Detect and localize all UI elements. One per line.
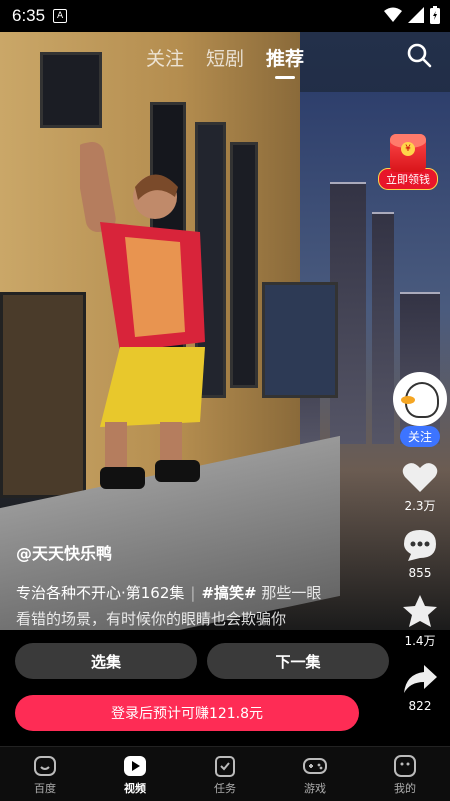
star-icon	[403, 595, 437, 627]
favorite-count: 1.4万	[404, 634, 436, 648]
comment-count: 855	[408, 566, 432, 580]
signal-icon	[408, 7, 424, 23]
follow-button[interactable]: 关注	[399, 426, 440, 447]
person-figure	[80, 142, 205, 489]
next-episode-button[interactable]: 下一集	[207, 643, 389, 679]
top-nav: 关注 短剧 推荐	[0, 32, 450, 82]
description-line1-tail: 那些一眼	[261, 584, 322, 602]
tab-recommended[interactable]: 推荐	[266, 44, 304, 71]
status-icons	[384, 6, 440, 24]
creator-avatar[interactable]	[393, 372, 447, 426]
wifi-icon	[384, 7, 402, 22]
action-bar: 关注 2.3万 855 1.4万 822	[390, 372, 450, 713]
tab-following[interactable]: 关注	[146, 44, 184, 71]
red-envelope-button[interactable]: ¥ 立即领钱	[378, 134, 438, 194]
like-count: 2.3万	[404, 499, 436, 513]
episode-controls: 选集 下一集	[15, 643, 389, 679]
red-envelope-icon: ¥	[390, 134, 426, 172]
tab-video[interactable]: 视频	[90, 747, 180, 801]
share-icon	[404, 665, 437, 693]
video-description: 专治各种不开心·第162集 | #搞笑# 那些一眼 看错的场景，有时候你的眼睛也会欺…	[16, 580, 376, 632]
like-action[interactable]: 2.3万	[390, 461, 450, 514]
favorite-action[interactable]: 1.4万	[390, 594, 450, 649]
tab-games[interactable]: 游戏	[270, 747, 360, 801]
tab-baidu[interactable]: 百度	[0, 747, 90, 801]
video-title: 专治各种不开心·第162集	[16, 584, 185, 602]
task-icon	[215, 756, 235, 777]
profile-icon	[394, 755, 416, 777]
tab-short-drama[interactable]: 短剧	[206, 44, 244, 71]
bottom-tab-bar: 百度 视频 任务 游戏 我的	[0, 746, 450, 801]
comment-action[interactable]: 855	[390, 528, 450, 580]
video-info: @天天快乐鸭 专治各种不开心·第162集 | #搞笑# 那些一眼 看错的场景，有时候…	[16, 540, 376, 632]
heart-icon	[402, 463, 438, 492]
video-play-icon	[124, 756, 146, 776]
search-icon[interactable]	[406, 42, 432, 68]
gamepad-icon	[303, 758, 327, 774]
battery-icon	[430, 6, 440, 24]
share-count: 822	[408, 699, 432, 713]
share-action[interactable]: 822	[390, 663, 450, 713]
notification-icon: A	[53, 9, 68, 23]
episodes-button[interactable]: 选集	[15, 643, 197, 679]
comment-icon	[404, 530, 436, 561]
login-earn-button[interactable]: 登录后预计可赚121.8元	[15, 695, 359, 731]
status-bar: 6:35 A	[0, 0, 450, 32]
hashtag[interactable]: #搞笑#	[201, 584, 256, 602]
status-time: 6:35	[12, 6, 46, 25]
tab-tasks[interactable]: 任务	[180, 747, 270, 801]
home-icon	[34, 756, 56, 776]
separator: |	[190, 584, 196, 602]
tab-me[interactable]: 我的	[360, 747, 450, 801]
author-name[interactable]: @天天快乐鸭	[16, 540, 376, 564]
description-line2: 看错的场景，有时候你的眼睛也会欺骗你	[16, 610, 287, 628]
